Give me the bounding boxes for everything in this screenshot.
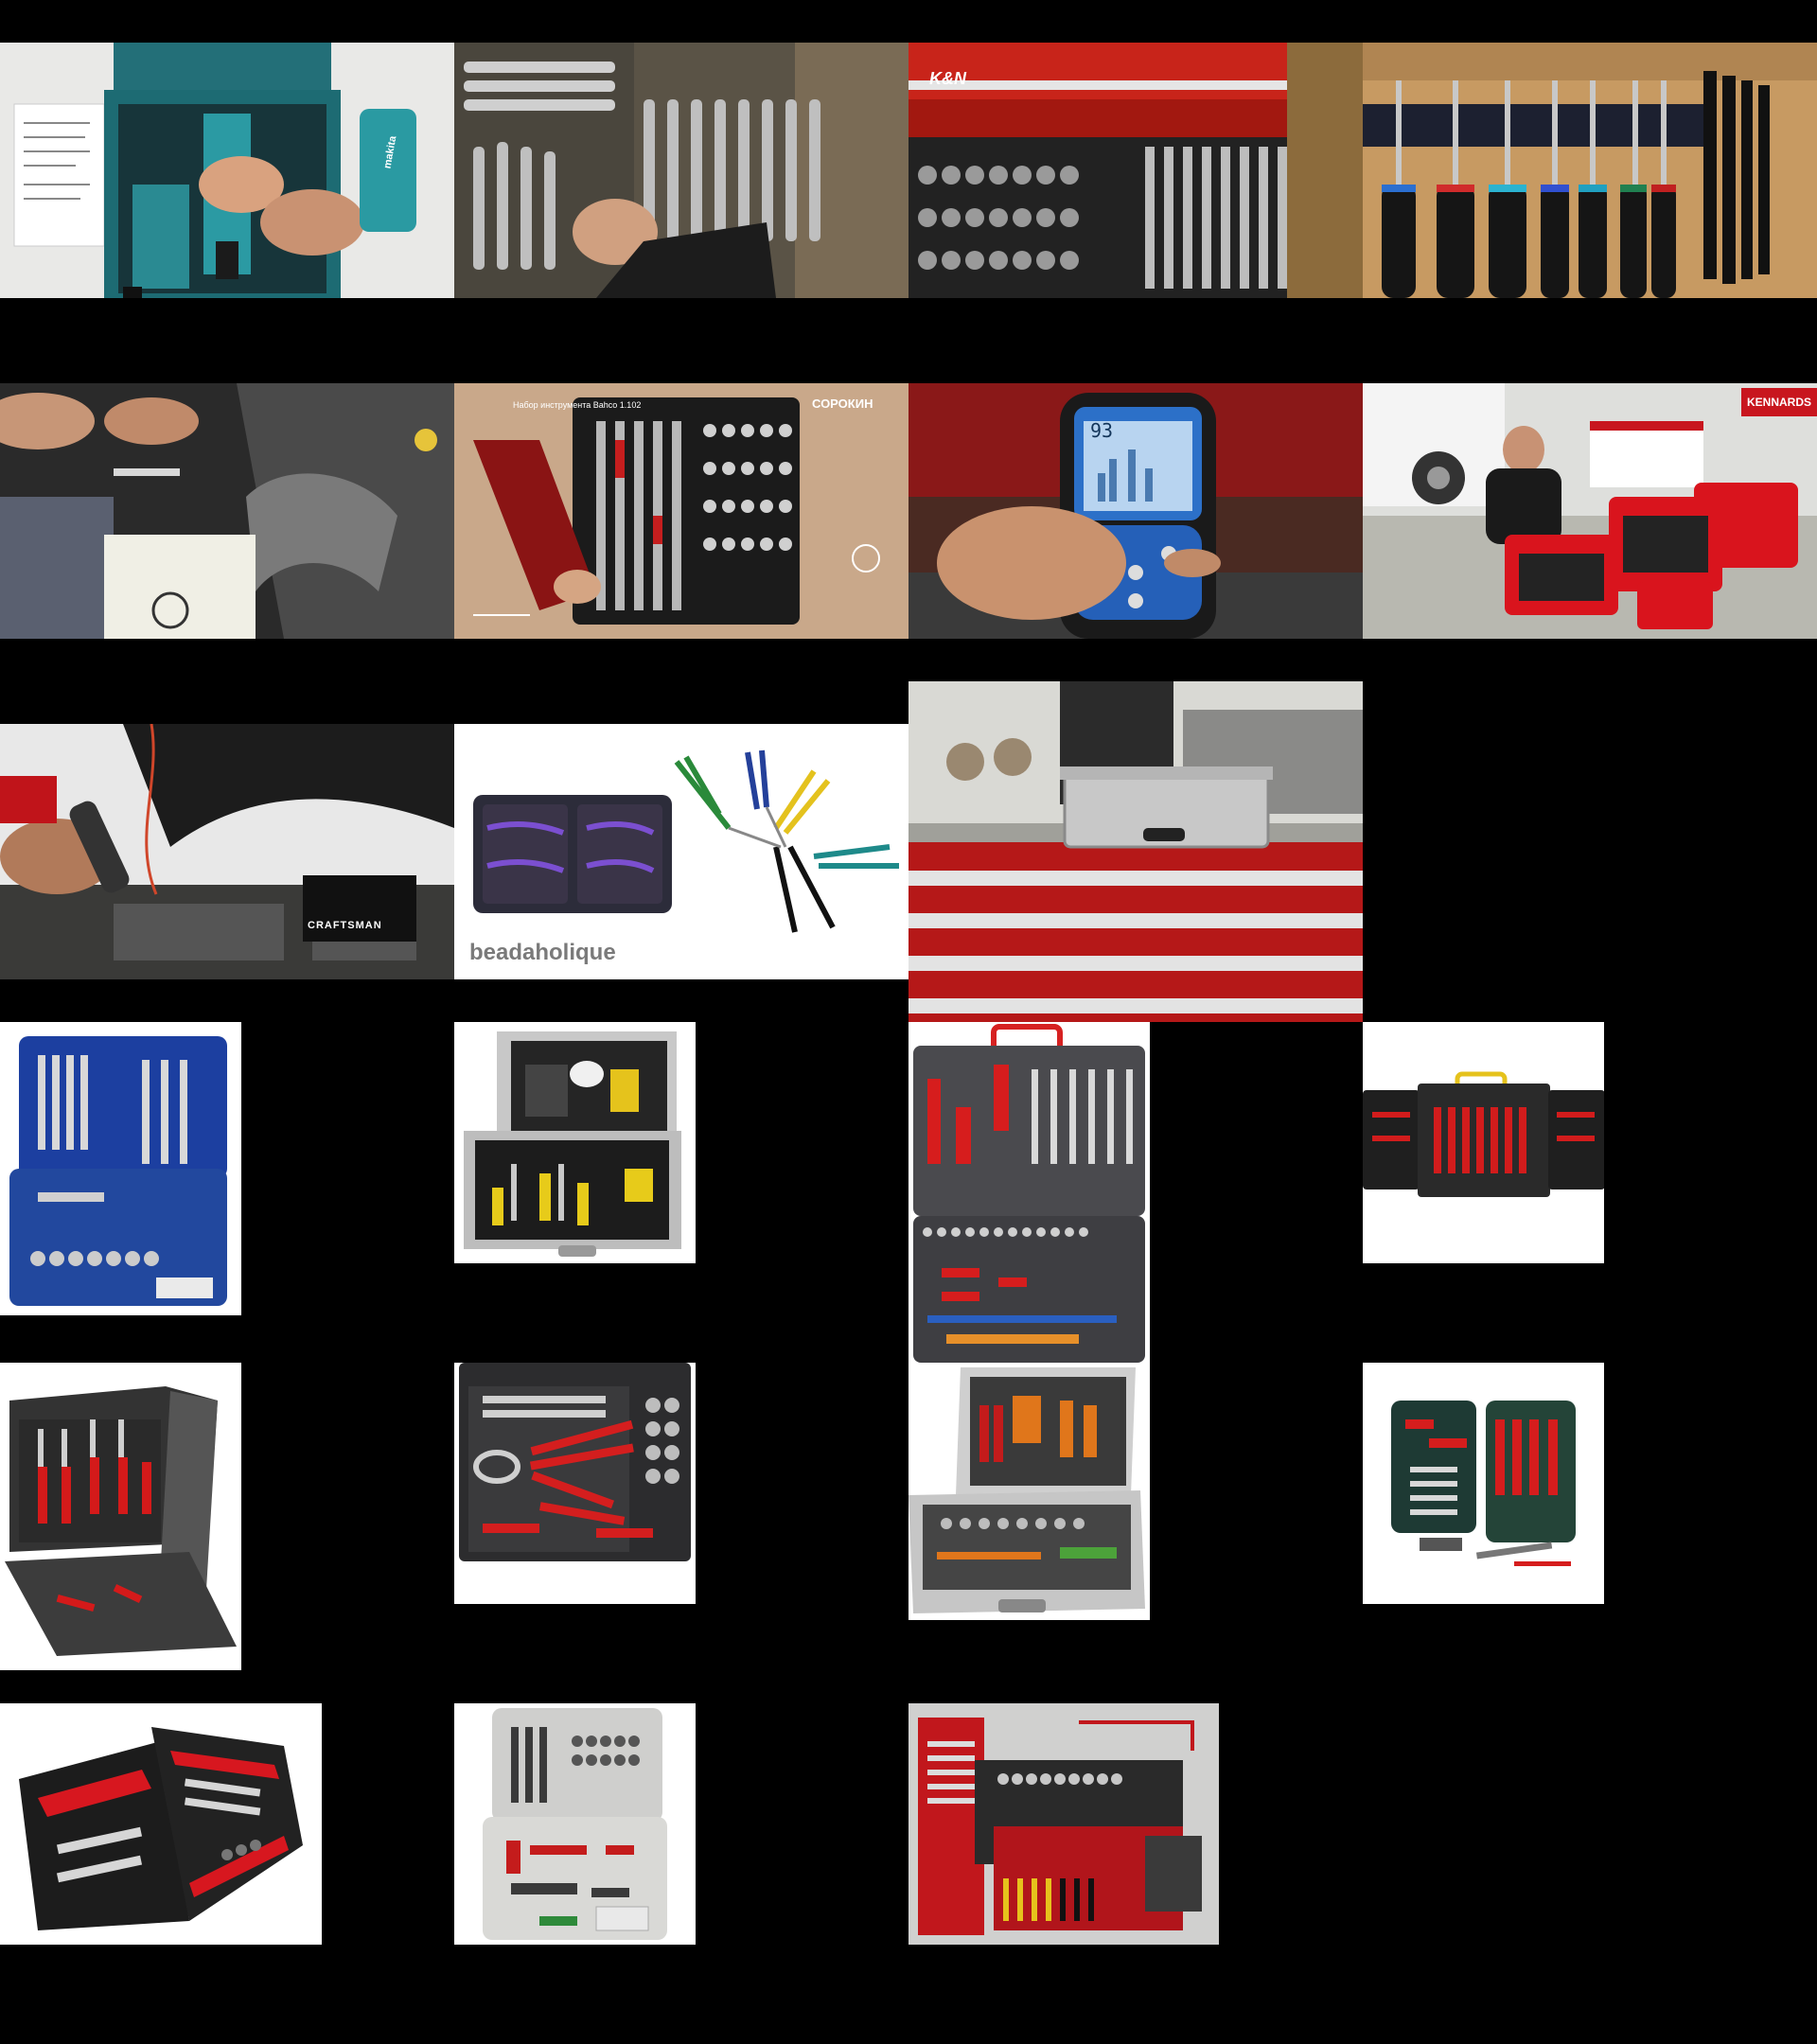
- image-digital-gauge[interactable]: 93: [908, 383, 1363, 639]
- image-kennards-cases[interactable]: KENNARDS: [1363, 383, 1817, 639]
- video-logo: СОРОКИН: [812, 396, 873, 411]
- image-jewelry-pliers[interactable]: beadaholique: [454, 724, 908, 979]
- beadaholique-logo: beadaholique: [469, 940, 616, 965]
- video-caption: Набор инструмента Bahco 1.102: [513, 400, 642, 410]
- image-red-tool-chest[interactable]: K&N: [908, 43, 1363, 298]
- image-tool-chest-display[interactable]: [908, 1703, 1219, 1945]
- image-electronics-case[interactable]: [454, 1022, 696, 1263]
- image-engine-hands[interactable]: [0, 383, 454, 639]
- kn-logo: K&N: [929, 69, 966, 88]
- image-white-case-set[interactable]: [454, 1703, 696, 1945]
- image-orange-tools-case[interactable]: [908, 1363, 1150, 1620]
- image-socket-set[interactable]: Набор инструмента Bahco 1.102 СОРОКИН: [454, 383, 908, 639]
- image-blue-tool-case[interactable]: [0, 1022, 241, 1315]
- image-screwdriver-rail[interactable]: [1363, 43, 1817, 298]
- image-grey-red-case[interactable]: [908, 1022, 1150, 1363]
- image-mechanic-hood[interactable]: CRAFTSMAN: [0, 724, 454, 979]
- image-drill-case[interactable]: makita: [0, 43, 454, 298]
- image-case-workbench[interactable]: [908, 681, 1363, 1022]
- image-wrenches-drawer[interactable]: [454, 43, 908, 298]
- image-screwdriver-case[interactable]: [1363, 1022, 1604, 1263]
- image-pliers-socket-case[interactable]: [454, 1363, 696, 1604]
- image-black-tool-bag[interactable]: [0, 1363, 241, 1670]
- image-green-tool-kit[interactable]: [1363, 1363, 1604, 1604]
- image-grid: { "page": { "background": "#000000" }, "…: [0, 0, 1817, 2044]
- gauge-reading: 93: [1090, 419, 1114, 442]
- image-zip-tool-pouch[interactable]: [0, 1703, 322, 1945]
- kennards-sign: KENNARDS: [1747, 396, 1812, 409]
- craftsman-logo: CRAFTSMAN: [308, 920, 382, 931]
